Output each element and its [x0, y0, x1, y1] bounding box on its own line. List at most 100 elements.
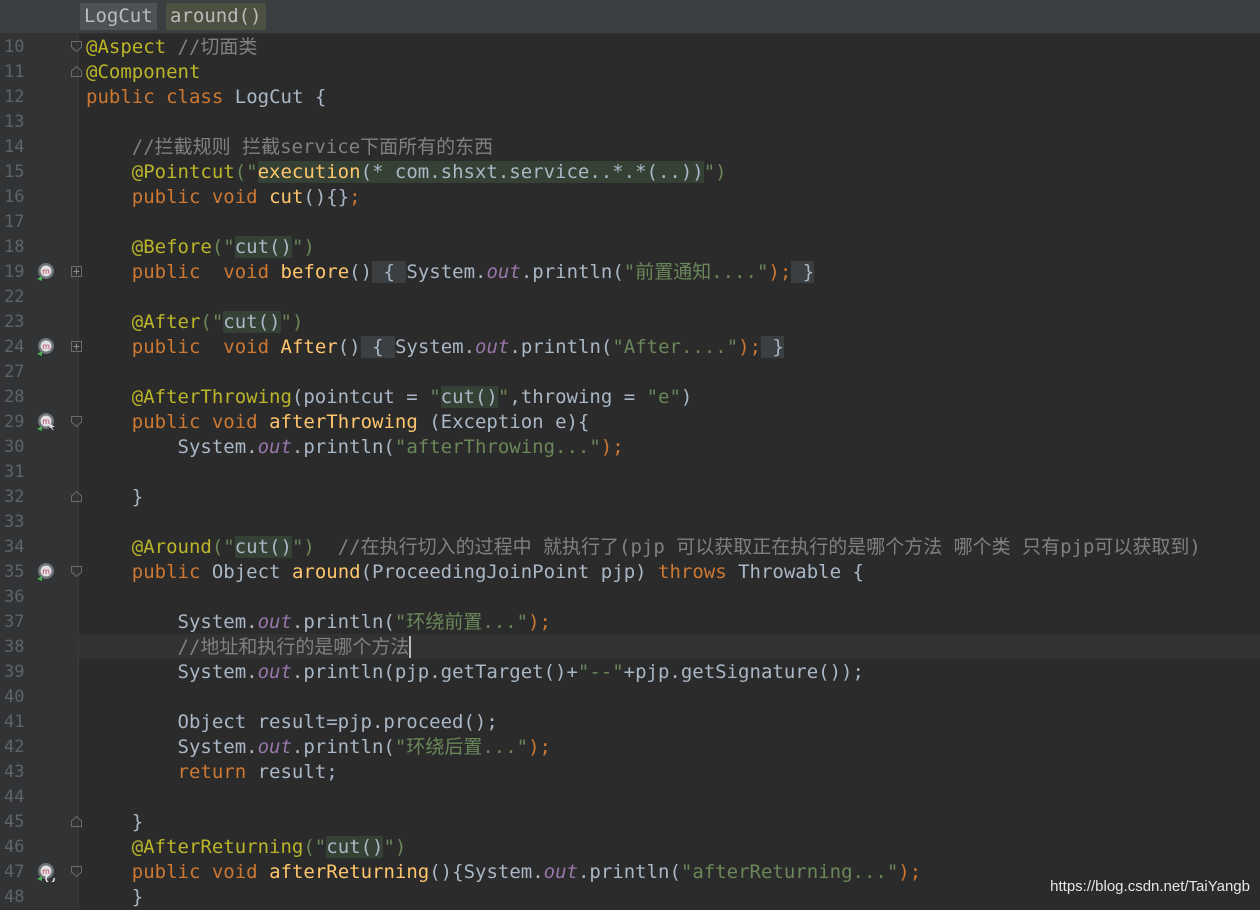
brace-token: } [131, 811, 144, 833]
paren-token: (){ [429, 861, 464, 883]
semicolon-token: ; [349, 186, 361, 208]
string-token: "afterThrowing..." [394, 436, 601, 458]
type-token: Object [211, 561, 281, 583]
breadcrumb-method[interactable]: around() [166, 3, 266, 30]
code-line-32: } [86, 485, 143, 510]
keyword-token: return [177, 761, 247, 783]
line-number: 47 [4, 862, 25, 882]
type-token: Throwable { [726, 561, 864, 583]
code-line-15: @Pointcut("execution(* com.shsxt.service… [86, 160, 727, 185]
line-number: 19 [4, 262, 25, 282]
pointcut-ref: cut() [234, 236, 292, 258]
code-line-43: return result; [86, 760, 338, 785]
folded-region-close[interactable]: } [761, 336, 784, 358]
folded-region-open[interactable]: { [360, 336, 395, 358]
param-token: (pointcut = [291, 386, 430, 408]
code-line-11: @Component [86, 60, 200, 85]
string-token: ") [280, 311, 304, 333]
annotation-token: @Before [131, 236, 212, 258]
breadcrumb-class[interactable]: LogCut [80, 3, 157, 30]
call-token: +pjp.getSignature()); [623, 661, 864, 683]
line-number: 23 [4, 312, 25, 332]
call-token: .println( [291, 736, 395, 758]
line-number: 18 [4, 237, 25, 257]
statement-token: result; [246, 761, 338, 783]
line-number: 41 [4, 712, 25, 732]
brace-token: { [372, 336, 384, 358]
call-token: .println( [577, 861, 681, 883]
line-number: 10 [4, 37, 25, 57]
method-icon[interactable]: m [36, 862, 56, 882]
line-number: 24 [4, 337, 25, 357]
comment-token: //切面类 [177, 36, 258, 58]
watermark: https://blog.csdn.net/TaiYangb [1050, 878, 1250, 895]
annotation-token: @Pointcut [131, 161, 235, 183]
paren-token: (){} [303, 186, 350, 208]
code-line-46: @AfterReturning("cut()") [86, 835, 406, 860]
line-number: 39 [4, 662, 25, 682]
method-icon[interactable]: m [36, 262, 56, 282]
line-number: 33 [4, 512, 25, 532]
call-token: .println(pjp.getTarget()+ [291, 661, 578, 683]
close-token: ); [738, 336, 762, 358]
string-token: ") [703, 161, 727, 183]
line-number: 30 [4, 437, 25, 457]
code-line-39: System.out.println(pjp.getTarget()+"--"+… [86, 660, 864, 685]
folded-region-close[interactable]: } [791, 261, 815, 283]
method-name-token: afterThrowing [269, 411, 418, 433]
call-token: .println( [291, 436, 395, 458]
code-line-48: } [86, 885, 143, 910]
system-token: System. [177, 611, 258, 633]
comment-token: //在执行切入的过程中 就执行了(pjp 可以获取正在执行的是哪个方法 哪个类 … [337, 536, 1201, 558]
field-token: out [543, 861, 578, 883]
line-number: 27 [4, 362, 25, 382]
method-name-token: cut [269, 186, 304, 208]
annotation-token: @Component [86, 61, 201, 83]
brace-token: } [131, 886, 144, 908]
string-token: ") [291, 536, 315, 558]
method-icon[interactable]: m [36, 337, 56, 357]
code-line-10: @Aspect //切面类 [86, 35, 257, 60]
fold-end-icon[interactable] [71, 816, 82, 827]
line-number: 35 [4, 562, 25, 582]
expand-icon[interactable] [71, 341, 82, 352]
fold-start-icon[interactable] [71, 416, 82, 427]
expand-icon[interactable] [71, 266, 82, 277]
keyword-token: void [211, 861, 258, 883]
fold-start-icon[interactable] [71, 566, 82, 577]
code-line-23: @After("cut()") [86, 310, 303, 335]
annotation-token: @After [131, 311, 201, 333]
line-number: 37 [4, 612, 25, 632]
keyword-token: public [131, 336, 201, 358]
svg-text:m: m [42, 417, 50, 426]
comment-token: //拦截规则 拦截service下面所有的东西 [131, 136, 494, 158]
fold-start-icon[interactable] [71, 866, 82, 877]
fold-start-icon[interactable] [71, 41, 82, 52]
code-line-34: @Around("cut()") //在执行切入的过程中 就执行了(pjp 可以… [86, 535, 1201, 560]
line-number: 13 [4, 112, 25, 132]
keyword-token: public [86, 86, 155, 108]
text-caret [409, 636, 412, 658]
line-number: 28 [4, 387, 25, 407]
line-number: 31 [4, 462, 25, 482]
string-token: "--" [577, 661, 624, 683]
line-number: 29 [4, 412, 25, 432]
fold-end-icon[interactable] [71, 66, 82, 77]
field-token: out [257, 736, 292, 758]
close-token: ); [528, 736, 551, 758]
brace-token: } [772, 336, 784, 358]
keyword-token: void [223, 261, 270, 283]
pointcut-ref: cut() [326, 836, 384, 858]
system-token: System. [406, 261, 487, 283]
method-icon[interactable]: m [36, 412, 56, 432]
method-icon[interactable]: m [36, 562, 56, 582]
param-token: ,throwing = [509, 386, 647, 408]
param-token: (ProceedingJoinPoint pjp) [360, 561, 659, 583]
string-token: "环绕前置..." [394, 611, 529, 633]
code-line-28: @AfterThrowing(pointcut = "cut()",throwi… [86, 385, 692, 410]
expression-body: (* com.shsxt.service..*.*(..)) [360, 161, 704, 183]
fold-end-icon[interactable] [71, 491, 82, 502]
keyword-token: public [131, 861, 201, 883]
folded-region-open[interactable]: { [372, 261, 407, 283]
string-token: "afterReturning..." [680, 861, 899, 883]
